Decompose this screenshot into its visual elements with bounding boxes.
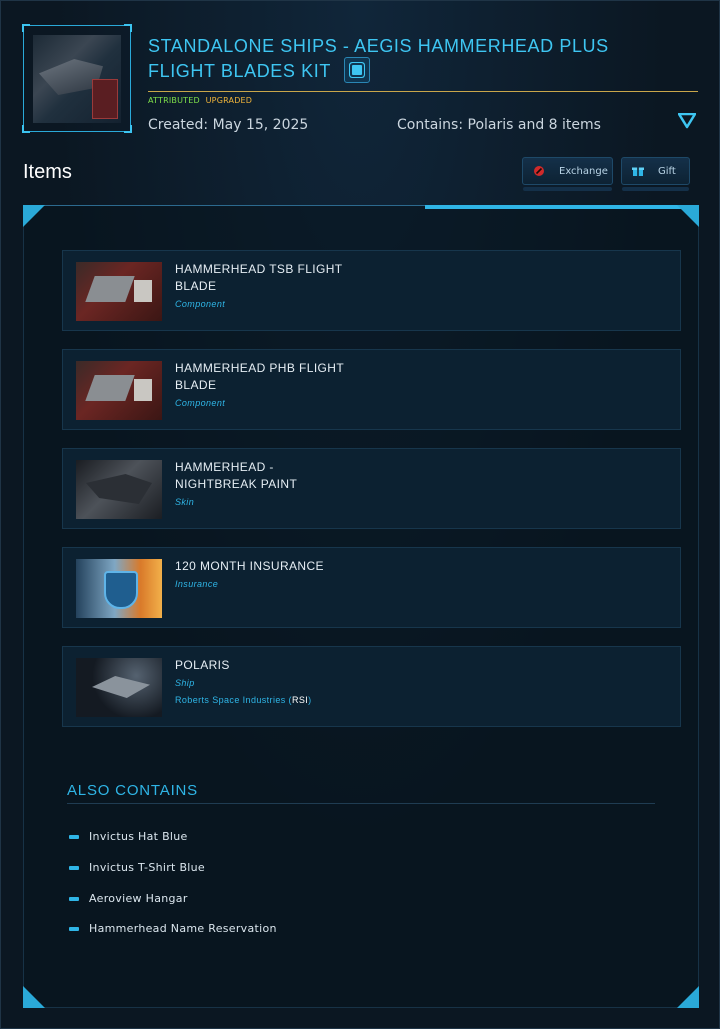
- panel-corner: [677, 205, 699, 227]
- pledge-title: STANDALONE SHIPS - AEGIS HAMMERHEAD PLUS…: [148, 34, 668, 85]
- gift-icon: [632, 167, 644, 176]
- list-item: Hammerhead Name Reservation: [69, 922, 277, 935]
- frame-corner: [22, 125, 30, 133]
- upgraded-badge: UPGRADED: [205, 96, 253, 105]
- pledge-thumbnail[interactable]: [22, 24, 132, 133]
- exchange-button[interactable]: Exchange: [522, 157, 613, 191]
- item-card[interactable]: 120 MONTH INSURANCE Insurance: [62, 547, 681, 628]
- item-image: [76, 559, 162, 618]
- items-heading: Items: [23, 161, 72, 183]
- item-manufacturer: Roberts Space Industries (RSI): [175, 695, 312, 705]
- item-type: Component: [175, 398, 226, 408]
- frame-corner: [22, 24, 30, 32]
- frame-corner: [124, 24, 132, 32]
- item-card[interactable]: HAMMERHEAD PHB FLIGHT BLADE Component: [62, 349, 681, 430]
- bullet-icon: [69, 896, 79, 901]
- item-name: 120 MONTH INSURANCE: [175, 559, 324, 573]
- item-image: [76, 361, 162, 420]
- title-divider: [148, 91, 698, 92]
- contains-summary: Contains: Polaris and 8 items: [397, 117, 601, 133]
- item-image: [76, 460, 162, 519]
- item-name: POLARIS: [175, 658, 230, 672]
- manufacturer-name: Roberts Space Industries: [175, 695, 286, 705]
- exchange-label: Exchange: [559, 165, 608, 177]
- bullet-icon: [69, 834, 79, 839]
- item-name: HAMMERHEAD PHB FLIGHT BLADE: [175, 361, 344, 392]
- item-image: [76, 658, 162, 717]
- item-name: HAMMERHEAD TSB FLIGHT BLADE: [175, 262, 343, 293]
- frame-corner: [124, 125, 132, 133]
- item-type: Component: [175, 299, 226, 309]
- also-contains-heading: ALSO CONTAINS: [67, 782, 198, 799]
- gift-button[interactable]: Gift: [621, 157, 690, 191]
- pledge-image: [33, 35, 121, 123]
- item-type: Ship: [175, 678, 195, 688]
- list-item-label: Aeroview Hangar: [89, 892, 188, 905]
- panel-corner: [23, 986, 45, 1008]
- list-item: Aeroview Hangar: [69, 892, 188, 905]
- panel-corner: [677, 986, 699, 1008]
- manufacturer-code: RSI: [291, 695, 309, 705]
- chip-icon: [344, 57, 371, 84]
- pledge-title-text: STANDALONE SHIPS - AEGIS HAMMERHEAD PLUS…: [148, 36, 609, 81]
- bullet-icon: [69, 865, 79, 870]
- exchange-icon: [534, 166, 544, 176]
- status-tags: ATTRIBUTED UPGRADED: [148, 96, 252, 105]
- created-date: Created: May 15, 2025: [148, 117, 309, 133]
- gift-label: Gift: [658, 165, 676, 177]
- item-type: Insurance: [175, 579, 219, 589]
- panel-accent-bar: [425, 205, 681, 209]
- panel-corner: [23, 205, 45, 227]
- item-card[interactable]: POLARIS Ship Roberts Space Industries (R…: [62, 646, 681, 727]
- list-item-label: Invictus Hat Blue: [89, 830, 188, 843]
- bullet-icon: [69, 926, 79, 931]
- item-name: HAMMERHEAD - NIGHTBREAK PAINT: [175, 460, 298, 491]
- pledge-page: STANDALONE SHIPS - AEGIS HAMMERHEAD PLUS…: [0, 0, 720, 1029]
- item-image: [76, 262, 162, 321]
- also-contains-divider: [67, 803, 655, 804]
- item-card[interactable]: HAMMERHEAD TSB FLIGHT BLADE Component: [62, 250, 681, 331]
- list-item: Invictus Hat Blue: [69, 830, 188, 843]
- list-item: Invictus T-Shirt Blue: [69, 861, 205, 874]
- list-item-label: Hammerhead Name Reservation: [89, 922, 277, 935]
- chevron-down-icon[interactable]: [678, 113, 696, 129]
- item-type: Skin: [175, 497, 195, 507]
- list-item-label: Invictus T-Shirt Blue: [89, 861, 206, 874]
- item-card[interactable]: HAMMERHEAD - NIGHTBREAK PAINT Skin: [62, 448, 681, 529]
- attributed-badge: ATTRIBUTED: [148, 96, 200, 105]
